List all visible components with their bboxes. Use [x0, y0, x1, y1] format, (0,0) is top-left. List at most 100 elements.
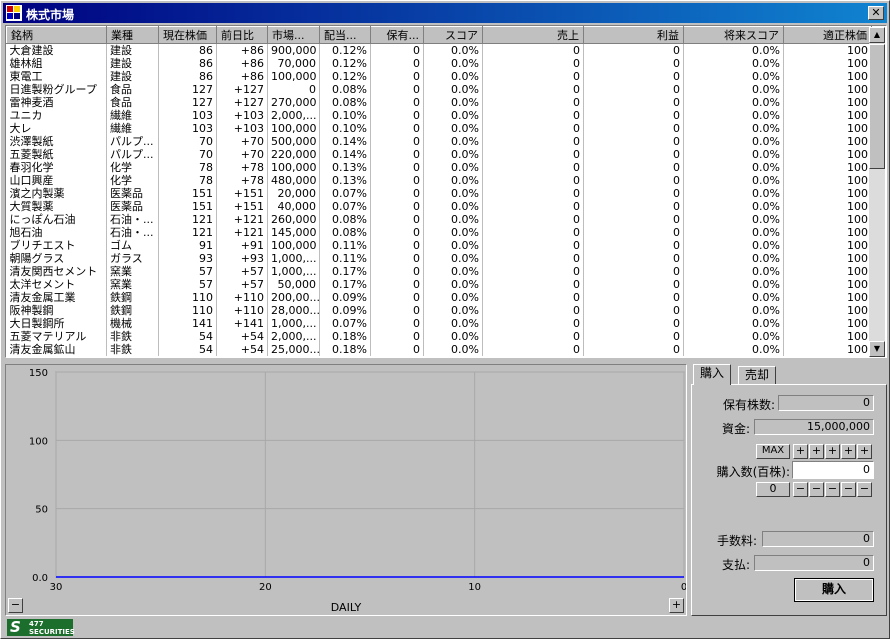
table-row[interactable]: 五菱マテリアル 非鉄 54 +54 2,000,... 0.18% 0 0.0% 0 0 0.0% 1… — [6, 330, 872, 343]
scroll-down-button[interactable]: ▼ — [869, 341, 885, 357]
table-cell: 0 — [482, 57, 584, 70]
column-header[interactable]: 将来スコア — [683, 26, 784, 44]
table-row[interactable]: 大倉建設 建設 86 +86 900,000 0.12% 0 0.0% 0 0 0.0% 100 — [6, 43, 872, 57]
table-row[interactable]: 山口興産 化学 78 +78 480,000 0.13% 0 0.0% 0 0 0.0% 100 — [6, 174, 872, 187]
table-row[interactable]: にっぽん石油 石油・... 121 +121 260,000 0.08% 0 0.0% 0 0 0.… — [6, 213, 872, 226]
column-header[interactable]: 前日比 — [216, 26, 268, 44]
minus-button-3[interactable]: − — [825, 482, 840, 497]
table-row[interactable]: 雷神麦酒 食品 127 +127 270,000 0.08% 0 0.0% 0 0 0.0% 100 — [6, 96, 872, 109]
table-cell: 渋澤製紙 — [6, 135, 107, 148]
table-row[interactable]: 清友関西セメント 窯業 57 +57 1,000,... 0.17% 0 0.0% 0 0 0.0%… — [6, 265, 872, 278]
column-header[interactable]: 業種 — [106, 26, 159, 44]
buy-button[interactable]: 購入 — [794, 578, 874, 602]
table-cell: +121 — [216, 213, 268, 226]
table-cell: 0.17% — [319, 278, 371, 291]
table-cell: 建設 — [106, 57, 159, 70]
table-row[interactable]: ユニカ 繊維 103 +103 2,000,... 0.10% 0 0.0% 0 0 0.0% 100 — [6, 109, 872, 122]
table-cell: ゴム — [106, 239, 159, 252]
table-cell: 0.09% — [319, 304, 371, 317]
table-cell: 0 — [370, 291, 424, 304]
table-row[interactable]: 太洋セメント 窯業 57 +57 50,000 0.17% 0 0.0% 0 0 0.0% 100 — [6, 278, 872, 291]
scroll-thumb[interactable] — [869, 44, 885, 169]
tab-buy[interactable]: 購入 — [693, 364, 732, 385]
plus-button-2[interactable]: + — [809, 444, 824, 459]
table-row[interactable]: 清友金属工業 鉄鋼 110 +110 200,00... 0.09% 0 0.0% 0 0 0.0%… — [6, 291, 872, 304]
minus-button-1[interactable]: − — [793, 482, 808, 497]
table-cell: 0 — [482, 122, 584, 135]
table-cell: 100 — [783, 265, 872, 278]
plus-button-5[interactable]: + — [857, 444, 872, 459]
fee-field: 0 — [762, 531, 874, 547]
table-cell: 0.11% — [319, 239, 371, 252]
scroll-up-button[interactable]: ▲ — [869, 27, 885, 43]
table-cell: 0 — [370, 174, 424, 187]
table-row[interactable]: 旭石油 石油・... 121 +121 145,000 0.08% 0 0.0% 0 0 0.0% 1… — [6, 226, 872, 239]
minus-button-4[interactable]: − — [841, 482, 856, 497]
column-header[interactable]: 現在株価 — [158, 26, 217, 44]
column-header[interactable]: 売上 — [482, 26, 584, 44]
table-cell: 0.0% — [423, 200, 483, 213]
table-cell: 化学 — [106, 174, 159, 187]
table-cell: 0 — [370, 57, 424, 70]
table-row[interactable]: 日進製粉グループ 食品 127 +127 0 0.08% 0 0.0% 0 0 0.0% 100 — [6, 83, 872, 96]
table-cell: 127 — [158, 96, 217, 109]
table-row[interactable]: 阪神製鋼 鉄鋼 110 +110 28,000... 0.09% 0 0.0% 0 0 0.0% 10… — [6, 304, 872, 317]
table-cell: 0 — [370, 317, 424, 330]
table-row[interactable]: 雄林組 建設 86 +86 70,000 0.12% 0 0.0% 0 0 0.0% 100 — [6, 57, 872, 70]
price-chart: 150100500.030 20 10 0 — [29, 368, 686, 593]
plus-button-1[interactable]: + — [793, 444, 808, 459]
table-cell: 0 — [267, 83, 320, 96]
table-cell: 0.0% — [683, 330, 784, 343]
tab-sell[interactable]: 売却 — [738, 366, 777, 385]
table-row[interactable]: 濱之内製薬 医薬品 151 +151 20,000 0.07% 0 0.0% 0 0 0.0% 100 — [6, 187, 872, 200]
table-cell: 0.0% — [683, 278, 784, 291]
table-row[interactable]: 清友金属鉱山 非鉄 54 +54 25,000... 0.18% 0 0.0% 0 0 0.0% 10… — [6, 343, 872, 356]
plus-button-4[interactable]: + — [841, 444, 856, 459]
column-header[interactable]: 保有... — [370, 26, 424, 44]
column-header[interactable]: 利益 — [583, 26, 684, 44]
table-cell: 0 — [583, 43, 684, 57]
table-row[interactable]: 大日製鋼所 機械 141 +141 1,000,... 0.07% 0 0.0% 0 0 0.0% 1… — [6, 317, 872, 330]
table-cell: 0.12% — [319, 43, 371, 57]
column-header[interactable]: 配当... — [319, 26, 371, 44]
table-row[interactable]: 五菱製紙 パルプ... 70 +70 220,000 0.14% 0 0.0% 0 0 0.0% 10… — [6, 148, 872, 161]
close-button[interactable]: ✕ — [868, 6, 884, 20]
table-cell: 石油・... — [106, 226, 159, 239]
reset-zero-button[interactable]: 0 — [756, 482, 790, 497]
table-vertical-scrollbar[interactable]: ▲ ▼ — [869, 27, 885, 357]
table-cell: +54 — [216, 330, 268, 343]
minus-button-5[interactable]: − — [857, 482, 872, 497]
table-cell: 0 — [583, 239, 684, 252]
table-cell: 雄林組 — [6, 57, 107, 70]
column-header[interactable]: 適正株価 — [783, 26, 872, 44]
table-cell: 0 — [370, 239, 424, 252]
column-header[interactable]: 銘柄 — [6, 26, 107, 44]
table-row[interactable]: 朝陽グラス ガラス 93 +93 1,000,... 0.11% 0 0.0% 0 0 0.0% 10… — [6, 252, 872, 265]
table-row[interactable]: 渋澤製紙 パルプ... 70 +70 500,000 0.14% 0 0.0% 0 0 0.0% 10… — [6, 135, 872, 148]
minus-button-2[interactable]: − — [809, 482, 824, 497]
table-cell: 0 — [370, 43, 424, 57]
table-row[interactable]: ブリチエスト ゴム 91 +91 100,000 0.11% 0 0.0% 0 0 0.0% 100 — [6, 239, 872, 252]
table-cell: 0.14% — [319, 135, 371, 148]
table-cell: 日進製粉グループ — [6, 83, 107, 96]
table-cell: 五菱製紙 — [6, 148, 107, 161]
table-cell: 0 — [482, 330, 584, 343]
table-row[interactable]: 大質製薬 医薬品 151 +151 40,000 0.07% 0 0.0% 0 0 0.0% 100 — [6, 200, 872, 213]
table-row[interactable]: 東電工 建設 86 +86 100,000 0.12% 0 0.0% 0 0 0.0% 100 — [6, 70, 872, 83]
zoom-in-button[interactable]: + — [669, 598, 684, 613]
max-button[interactable]: MAX — [756, 444, 790, 459]
table-cell: 0.0% — [683, 200, 784, 213]
table-cell: 0.0% — [423, 187, 483, 200]
table-cell: 0 — [583, 291, 684, 304]
plus-button-3[interactable]: + — [825, 444, 840, 459]
table-row[interactable]: 春羽化学 化学 78 +78 100,000 0.13% 0 0.0% 0 0 0.0% 100 — [6, 161, 872, 174]
column-header[interactable]: スコア — [423, 26, 483, 44]
zoom-out-button[interactable]: − — [8, 598, 23, 613]
table-row[interactable]: 大レ 繊維 103 +103 100,000 0.10% 0 0.0% 0 0 0.0% 100 — [6, 122, 872, 135]
quantity-input[interactable]: 0 — [792, 461, 874, 479]
column-header[interactable]: 市場... — [267, 26, 320, 44]
table-cell: 0 — [482, 252, 584, 265]
table-cell: +57 — [216, 278, 268, 291]
table-cell: 200,00... — [267, 291, 320, 304]
table-cell: +86 — [216, 43, 268, 57]
